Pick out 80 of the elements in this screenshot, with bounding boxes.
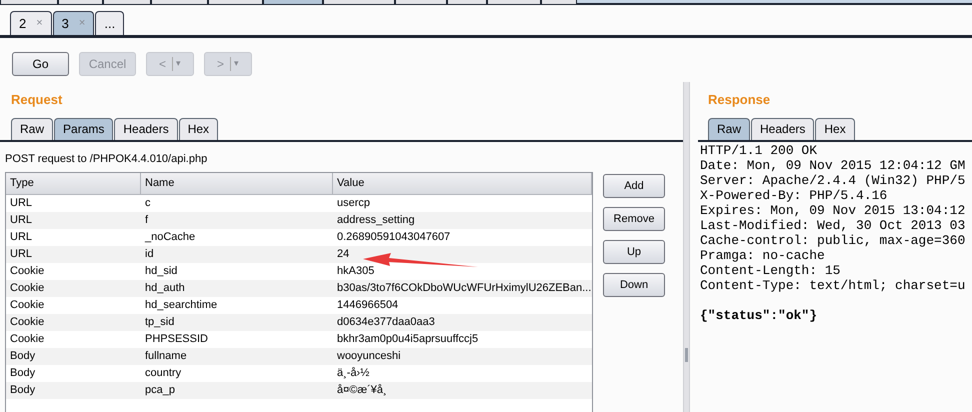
table-cell-text: tp_sid <box>144 315 176 330</box>
column-header[interactable]: Name <box>141 173 333 194</box>
table-cell-text: URL <box>9 247 34 262</box>
response-line: Last-Modified: Wed, 30 Oct 2013 03 <box>700 218 966 232</box>
table-cell-text: hd_searchtime <box>144 298 218 314</box>
table-cell-text: 1446966504 <box>336 298 400 314</box>
table-cell-text: fullname <box>144 349 188 364</box>
table-cell-text: hd_sid <box>144 264 178 280</box>
tab[interactable]: Headers <box>114 118 178 140</box>
panel-title: Response <box>707 91 772 109</box>
table-cell-text: address_setting <box>336 213 416 228</box>
table-cell-text: hd_auth <box>144 281 186 296</box>
response-line: Content-Length: 15 <box>700 262 842 278</box>
response-body: {"status":"ok"} <box>700 308 818 322</box>
tab[interactable]: Headers <box>751 118 814 140</box>
response-line: Cache-control: public, max-age=360 <box>700 232 966 248</box>
table-cell-text: Cookie <box>9 298 46 314</box>
tab-stub[interactable] <box>487 0 541 4</box>
response-line: Content-Type: text/html; charset=u <box>700 278 966 292</box>
repeater-tab[interactable]: ... <box>95 11 124 35</box>
table-action-button[interactable]: Remove <box>603 207 665 231</box>
tab-stub[interactable] <box>541 0 577 4</box>
toolbar-button[interactable]: Go <box>12 52 69 76</box>
response-line: Pramga: no-cache <box>700 248 826 262</box>
tab[interactable]: Raw <box>11 118 54 140</box>
table-cell-text: Cookie <box>9 264 46 280</box>
tab-stub[interactable] <box>103 0 151 4</box>
tab-stub[interactable] <box>395 0 447 4</box>
table-cell-text: URL <box>9 213 34 228</box>
table-cell-text: c <box>144 196 152 212</box>
tab-stub[interactable] <box>151 0 208 4</box>
table-cell-text: usercp <box>336 196 372 212</box>
table-cell-text: _noCache <box>144 230 196 246</box>
table-cell-text: Body <box>9 383 36 398</box>
tab-stub[interactable] <box>447 0 487 4</box>
column-header[interactable]: Type <box>6 173 141 194</box>
table-cell-text: wooyunceshi <box>336 349 402 364</box>
tab-stub[interactable] <box>208 0 263 4</box>
table-action-button[interactable]: Down <box>603 273 665 297</box>
table-cell-text: 0.26890591043047607 <box>336 230 452 246</box>
response-line: Server: Apache/2.4.4 (Win32) PHP/5 <box>700 172 966 188</box>
repeater-tab[interactable]: 3 × <box>52 11 94 35</box>
tab[interactable]: Params <box>54 118 114 140</box>
table-cell-text: å¤©æ´¥å¸ <box>336 383 388 398</box>
response-line: Expires: Mon, 09 Nov 2015 13:04:12 <box>700 202 966 218</box>
repeater-tab[interactable]: 2 × <box>10 11 52 35</box>
table-cell-text: ä¸-å›½ <box>336 366 370 382</box>
tab-stub[interactable] <box>263 0 323 4</box>
table-cell-text: Body <box>9 366 36 382</box>
splitter-grip[interactable] <box>685 348 688 362</box>
table-cell-text: Cookie <box>9 315 46 330</box>
response-line: Date: Mon, 09 Nov 2015 12:04:12 GM <box>700 158 966 172</box>
response-line: X-Powered-By: PHP/5.4.16 <box>700 188 888 202</box>
response-line: HTTP/1.1 200 OK <box>700 142 818 158</box>
table-cell-text: Body <box>9 349 36 364</box>
tab[interactable]: Hex <box>815 118 855 140</box>
table-cell-text: Cookie <box>9 332 46 348</box>
tab-stub[interactable] <box>0 0 58 4</box>
table-action-button[interactable]: Up <box>603 240 665 264</box>
request-summary: POST request to /PHPOK4.4.010/api.php <box>4 152 208 166</box>
panel-title: Request <box>10 91 64 109</box>
table-cell-text: id <box>144 247 155 262</box>
table-action-button[interactable]: Add <box>603 174 665 198</box>
table-cell-text: URL <box>9 196 34 212</box>
table-cell-text: bkhr3am0p0u4i5aprsuuffccj5 <box>336 332 480 348</box>
table-cell-text: country <box>144 366 182 382</box>
table-cell-text: f <box>144 213 150 228</box>
tab[interactable]: Raw <box>708 118 750 140</box>
table-cell-text: b30as/3to7f6COkDboWUcWFUrHximylU26ZEBan... <box>336 281 592 296</box>
table-cell-text: hkA305 <box>336 264 376 280</box>
table-cell-text: pca_p <box>144 383 176 398</box>
column-header[interactable]: Value <box>333 173 592 194</box>
tab[interactable]: Hex <box>178 118 218 140</box>
tab-stub[interactable] <box>58 0 103 4</box>
table-cell-text: d0634e377daa0aa3 <box>336 315 436 330</box>
table-cell-text: Cookie <box>9 281 46 296</box>
table-cell-text: 24 <box>336 247 350 262</box>
tab-stub[interactable] <box>323 0 395 4</box>
table-cell-text: PHPSESSID <box>144 332 209 348</box>
table-cell-text: URL <box>9 230 34 246</box>
